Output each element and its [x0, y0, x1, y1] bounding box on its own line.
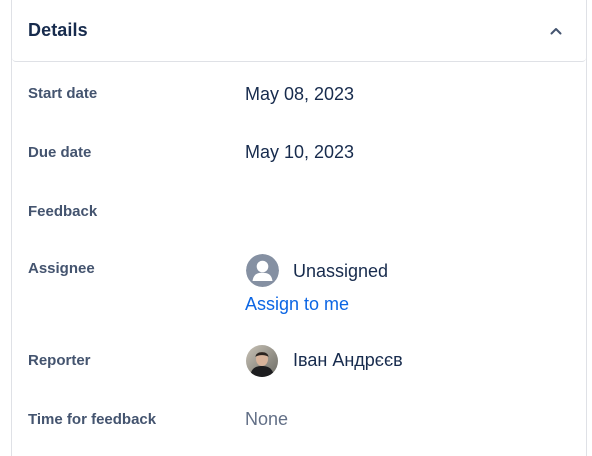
- reporter-name: Іван Андрєєв: [293, 350, 403, 370]
- reporter-field[interactable]: Іван Андрєєв: [245, 344, 545, 378]
- assign-to-me-link[interactable]: Assign to me: [245, 294, 349, 315]
- person-icon: [246, 254, 279, 287]
- assignee-name: Unassigned: [293, 261, 389, 281]
- field-label: Start date: [28, 85, 98, 102]
- field-label: Reporter: [28, 352, 91, 369]
- details-header[interactable]: Details: [12, 0, 586, 62]
- field-label: Feedback: [28, 203, 98, 220]
- reporter-avatar: [246, 345, 278, 377]
- field-label: Time for feedback: [28, 411, 157, 428]
- panel-title: Details: [28, 20, 88, 40]
- field-label: Assignee: [28, 260, 95, 277]
- start-date-value[interactable]: May 08, 2023: [245, 84, 354, 105]
- assignee-field[interactable]: Unassigned Assign to me: [245, 254, 545, 324]
- details-panel: Details Start date May 08, 2023 Due date…: [11, 0, 587, 456]
- time-for-feedback-value[interactable]: None: [245, 409, 288, 430]
- chevron-up-icon[interactable]: [550, 25, 562, 37]
- field-label: Due date: [28, 144, 92, 161]
- due-date-value[interactable]: May 10, 2023: [245, 142, 354, 163]
